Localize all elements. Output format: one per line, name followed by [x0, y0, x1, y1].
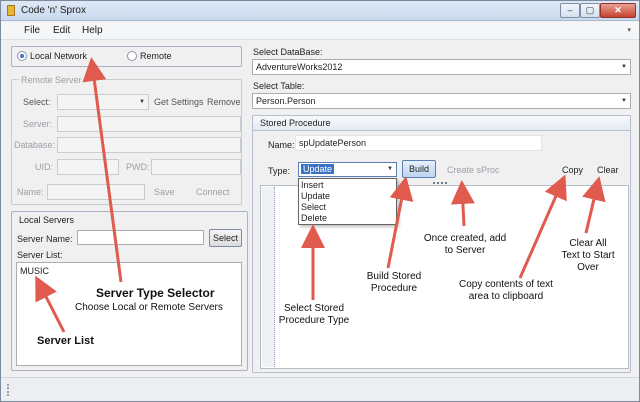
- annotation-build: Build Stored Procedure: [366, 271, 422, 294]
- list-item[interactable]: MUSIC: [20, 266, 49, 276]
- server-type-panel: Local Network Remote: [11, 46, 242, 67]
- menu-bar: File Edit Help ▾: [1, 22, 639, 40]
- maximize-button[interactable]: ▢: [580, 3, 600, 18]
- sp-name-input[interactable]: spUpdatePerson: [295, 135, 542, 151]
- uid-field[interactable]: [57, 159, 119, 175]
- chevron-down-icon: ▼: [387, 166, 393, 172]
- connect-button[interactable]: Connect: [196, 187, 230, 197]
- database-value: AdventureWorks2012: [256, 62, 343, 72]
- database-select[interactable]: AdventureWorks2012 ▼: [252, 59, 631, 75]
- annotation-server-type-sub: Choose Local or Remote Servers: [75, 302, 223, 313]
- status-grip-icon: [7, 384, 9, 396]
- annotation-server-list: Server List: [37, 335, 94, 347]
- app-icon: [7, 5, 15, 16]
- table-select[interactable]: Person.Person ▼: [252, 93, 631, 109]
- database-select-label: Select DataBase:: [253, 47, 323, 57]
- build-button[interactable]: Build: [402, 160, 436, 178]
- sp-name-label: Name:: [268, 140, 295, 150]
- annotation-add-server: Once created, add to Server: [423, 233, 507, 256]
- server-list[interactable]: MUSIC: [16, 262, 242, 366]
- server-field[interactable]: [57, 116, 241, 132]
- close-button[interactable]: ✕: [600, 3, 636, 18]
- type-option-select[interactable]: Select: [301, 202, 326, 212]
- local-network-radio[interactable]: [17, 51, 27, 61]
- server-name-label: Server Name:: [17, 234, 73, 244]
- type-option-update[interactable]: Update: [301, 191, 330, 201]
- title-bar[interactable]: Code 'n' Sprox – ▢ ✕: [1, 1, 639, 21]
- window-title: Code 'n' Sprox: [21, 5, 86, 16]
- clear-button[interactable]: Clear: [597, 165, 619, 175]
- sp-type-dropdown-list[interactable]: Insert Update Select Delete: [298, 178, 397, 225]
- table-select-label: Select Table:: [253, 81, 305, 91]
- copy-button[interactable]: Copy: [562, 165, 583, 175]
- sp-type-value: Update: [301, 164, 335, 174]
- sp-type-select[interactable]: Update ▼: [298, 162, 397, 177]
- remote-radio[interactable]: [127, 51, 137, 61]
- stored-procedure-header: Stored Procedure: [252, 115, 631, 131]
- local-servers-title: Local Servers: [19, 215, 75, 225]
- sp-name-value: spUpdatePerson: [299, 138, 367, 148]
- menu-overflow-icon[interactable]: ▾: [627, 26, 631, 34]
- menu-edit[interactable]: Edit: [53, 25, 70, 36]
- annotation-clear: Clear All Text to Start Over: [561, 238, 615, 273]
- type-option-delete[interactable]: Delete: [301, 213, 327, 223]
- select-label: Select:: [23, 97, 51, 107]
- pwd-field[interactable]: [151, 159, 241, 175]
- database-label: Database:: [14, 140, 56, 150]
- annotation-copy: Copy contents of text area to clipboard: [459, 279, 553, 302]
- remote-server-select[interactable]: ▼: [57, 94, 149, 110]
- status-bar: [1, 377, 639, 401]
- app-window: Code 'n' Sprox – ▢ ✕ File Edit Help ▾ Lo…: [0, 0, 640, 402]
- type-option-insert[interactable]: Insert: [301, 180, 324, 190]
- server-label: Server:: [23, 119, 53, 129]
- local-network-label[interactable]: Local Network: [30, 51, 87, 61]
- remove-button[interactable]: Remove: [207, 97, 241, 107]
- annotation-select-type: Select Stored Procedure Type: [278, 303, 350, 326]
- table-value: Person.Person: [256, 96, 316, 106]
- create-sproc-button[interactable]: Create sProc: [447, 165, 500, 175]
- menu-file[interactable]: File: [24, 25, 40, 36]
- remote-server-title: Remote Server: [19, 75, 84, 85]
- chevron-down-icon: ▼: [621, 98, 627, 104]
- name-label: Name:: [17, 187, 44, 197]
- server-name-input[interactable]: [77, 230, 204, 245]
- annotation-server-type-title: Server Type Selector: [96, 286, 215, 300]
- remote-label[interactable]: Remote: [140, 51, 172, 61]
- menu-help[interactable]: Help: [82, 25, 103, 36]
- uid-label: UID:: [35, 162, 53, 172]
- minimize-button[interactable]: –: [560, 3, 580, 18]
- stored-procedure-title: Stored Procedure: [260, 118, 331, 128]
- server-list-label: Server List:: [17, 250, 63, 260]
- dropdown-arrow-icon: ▼: [139, 99, 145, 105]
- database-field[interactable]: [57, 137, 241, 153]
- line-gutter: [262, 187, 275, 367]
- pwd-label: PWD:: [126, 162, 150, 172]
- sp-type-label: Type:: [268, 166, 291, 176]
- select-server-button[interactable]: Select: [209, 229, 242, 247]
- name-field[interactable]: [47, 184, 145, 200]
- save-button[interactable]: Save: [154, 187, 175, 197]
- chevron-down-icon: ▼: [621, 64, 627, 70]
- get-settings-button[interactable]: Get Settings: [154, 97, 204, 107]
